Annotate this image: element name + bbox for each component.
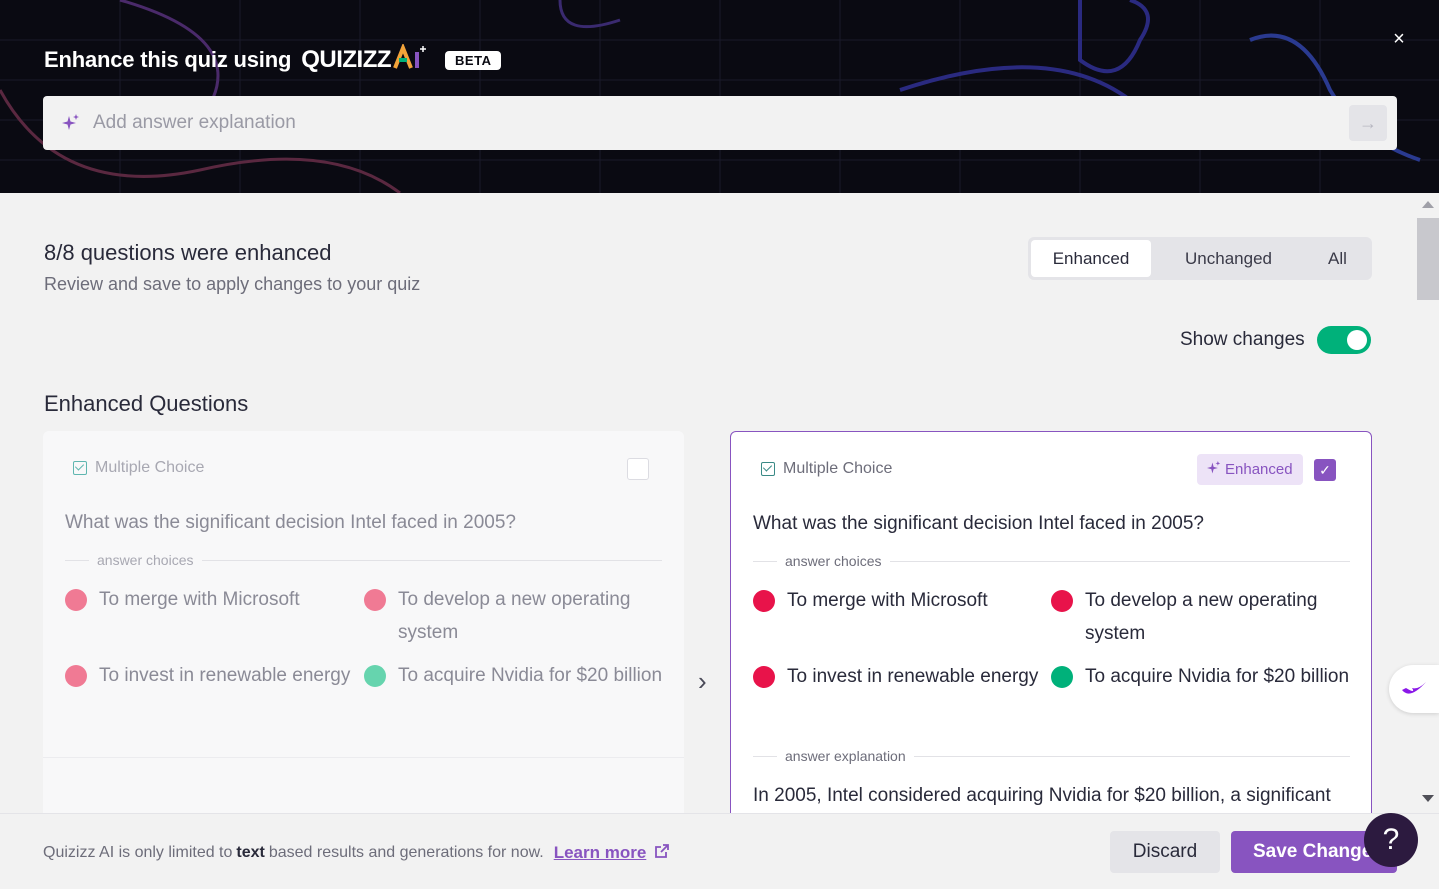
choice-text: To acquire Nvidia for $20 billion [398,665,663,686]
question-type-label: Multiple Choice [95,459,205,476]
answer-choice: To acquire Nvidia for $20 billion [1051,660,1351,693]
answer-choice: To develop a new operating system [1051,584,1351,650]
choice-text: To develop a new operating system [398,589,631,643]
ai-logo-icon [393,42,427,69]
choice-text: To develop a new operating system [1085,590,1318,644]
brand-name: QUIZIZZ [301,46,392,73]
original-question-card: Multiple Choice What was the significant… [43,431,684,831]
incorrect-dot-icon [753,666,775,688]
section-title: Enhanced Questions [44,391,249,416]
header-title: Enhance this quiz using [44,47,292,72]
enhanced-badge: Enhanced [1197,454,1303,485]
brand-ai [393,42,427,76]
choice-text: To invest in renewable energy [787,666,1039,687]
checkbox-list-icon [73,461,87,475]
side-assistant-widget[interactable] [1389,665,1439,713]
arrow-right-icon: → [1359,112,1377,133]
answer-choice: To merge with Microsoft [65,583,355,616]
tab-all[interactable]: All [1306,240,1369,277]
answer-choices-divider: answer choices [753,553,1350,569]
prompt-box: → [43,96,1397,150]
close-button[interactable]: × [1388,28,1410,50]
question-text: What was the significant decision Intel … [65,512,516,533]
submit-prompt-button[interactable]: → [1349,105,1387,141]
discard-button[interactable]: Discard [1110,831,1220,873]
sparkle-icon [61,113,81,133]
incorrect-dot-icon [753,590,775,612]
incorrect-dot-icon [65,589,87,611]
choice-text: To merge with Microsoft [787,590,988,611]
select-enhanced-checkbox[interactable]: ✓ [1314,459,1336,481]
incorrect-dot-icon [364,589,386,611]
checkbox-list-icon [761,462,775,476]
answer-choice: To develop a new operating system [364,583,664,649]
answer-explanation-text: In 2005, Intel considered acquiring Nvid… [753,785,1331,806]
correct-dot-icon [364,665,386,687]
scroll-up-icon[interactable] [1422,201,1434,208]
scroll-thumb[interactable] [1417,218,1439,300]
footer-note-prefix: Quizizz AI is only limited to [43,844,233,861]
chevron-right-icon[interactable]: › [698,668,718,694]
sparkle-icon [1207,460,1221,479]
answer-choice: To invest in renewable energy [753,660,1053,693]
answer-explanation-divider: answer explanation [753,748,1350,764]
answer-choice: To merge with Microsoft [753,584,1043,617]
enhanced-question-card: Multiple Choice Enhanced ✓ What was the … [730,431,1372,831]
show-changes-control: Show changes [1180,326,1371,354]
incorrect-dot-icon [65,665,87,687]
check-icon: ✓ [1319,461,1331,478]
help-button[interactable]: ? [1364,813,1418,867]
show-changes-label: Show changes [1180,329,1305,350]
answer-choices-divider: answer choices [65,552,662,568]
footer-bar: Quizizz AI is only limited to text based… [0,813,1439,889]
question-type-label: Multiple Choice [783,460,893,477]
incorrect-dot-icon [1051,590,1073,612]
answer-explanation-label: answer explanation [785,748,906,764]
answer-choices-label: answer choices [785,553,882,569]
summary-subtitle: Review and save to apply changes to your… [44,274,421,294]
show-changes-toggle[interactable] [1316,326,1371,354]
filter-tabs: Enhanced Unchanged All [1028,237,1372,280]
scroll-down-icon[interactable] [1422,795,1434,802]
footer-note-suffix: based results and generations for now. [268,844,544,861]
external-link-icon[interactable] [654,843,670,863]
choice-text: To merge with Microsoft [99,589,300,610]
card-divider [43,757,684,758]
footer-note: Quizizz AI is only limited to text based… [43,843,670,863]
summary-title: 8/8 questions were enhanced [44,240,332,265]
enhanced-badge-label: Enhanced [1225,461,1293,478]
quizizz-ai-logo: QUIZIZZ [301,42,427,76]
correct-dot-icon [1051,666,1073,688]
learn-more-link[interactable]: Learn more [554,843,647,863]
answer-choices-label: answer choices [97,552,194,568]
header-title-row: Enhance this quiz using QUIZIZZ BETA [44,42,502,76]
answer-choice: To acquire Nvidia for $20 billion [364,659,664,692]
toggle-knob [1346,330,1367,350]
question-text: What was the significant decision Intel … [753,513,1204,534]
question-type: Multiple Choice [761,460,892,478]
tab-unchanged[interactable]: Unchanged [1151,240,1306,277]
tab-enhanced[interactable]: Enhanced [1031,240,1151,277]
choice-text: To acquire Nvidia for $20 billion [1085,666,1350,687]
prompt-input[interactable] [93,112,1293,134]
choice-text: To invest in renewable energy [99,665,351,686]
footer-note-bold: text [236,844,265,861]
scrollbar[interactable] [1417,193,1439,813]
question-type: Multiple Choice [73,459,204,477]
assistant-logo-icon [1402,682,1426,694]
select-original-checkbox[interactable] [627,458,649,480]
enhance-header: Enhance this quiz using QUIZIZZ BETA × → [0,0,1439,193]
beta-badge: BETA [445,50,502,70]
answer-choice: To invest in renewable energy [65,659,365,692]
